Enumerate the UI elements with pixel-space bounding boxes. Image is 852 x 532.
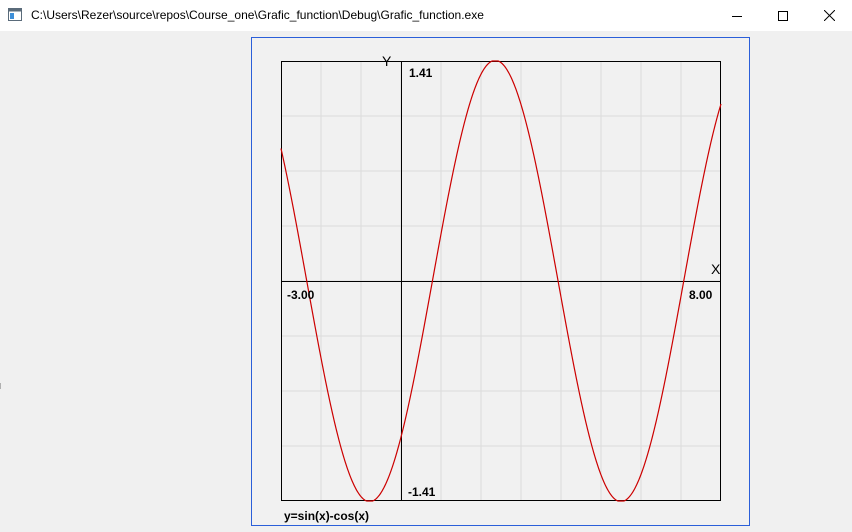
y-min-label: -1.41 (408, 485, 436, 499)
x-axis-label: X (711, 261, 721, 277)
y-axis-label: Y (382, 53, 392, 69)
y-max-label: 1.41 (409, 66, 433, 80)
x-max-label: 8.00 (689, 288, 713, 302)
x-min-label: -3.00 (287, 288, 315, 302)
formula-label: y=sin(x)-cos(x) (284, 509, 369, 523)
function-plot: Y X 1.41 -1.41 -3.00 8.00 y=sin(x)-cos(x… (280, 53, 722, 523)
